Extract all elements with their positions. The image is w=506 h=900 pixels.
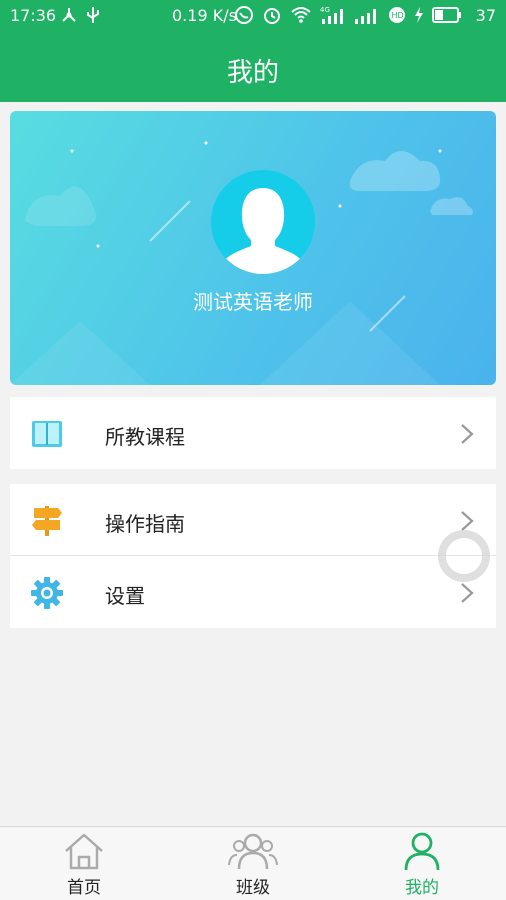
menu-item-settings[interactable]: 设置 — [10, 556, 496, 628]
book-icon — [30, 417, 64, 451]
wifi-icon — [290, 6, 312, 28]
signpost-icon — [30, 504, 64, 538]
tab-label: 我的 — [405, 878, 439, 898]
chevron-right-icon — [460, 423, 474, 445]
net-speed: 0.19 K/s — [172, 6, 237, 25]
menu-label: 设置 — [105, 584, 145, 608]
signal-4g-icon: 4G — [320, 5, 346, 29]
profile-name: 测试英语老师 — [193, 290, 313, 314]
battery-level: 37 — [475, 6, 496, 25]
signal-icon — [354, 5, 380, 29]
charging-icon — [414, 6, 424, 28]
hd-icon: HD — [388, 6, 406, 28]
tab-label: 首页 — [67, 878, 101, 898]
menu-item-courses[interactable]: 所教课程 — [10, 397, 496, 469]
female-avatar-icon[interactable] — [211, 170, 315, 274]
tab-mine[interactable]: 我的 — [362, 831, 482, 898]
settings-gear-icon — [30, 576, 64, 610]
menu-label: 所教课程 — [105, 425, 185, 449]
usb-icon — [86, 6, 100, 28]
floating-assistive-button[interactable] — [438, 530, 490, 582]
menu-item-guide[interactable]: 操作指南 — [10, 484, 496, 556]
tab-home[interactable]: 首页 — [24, 831, 144, 898]
class-group-icon — [193, 831, 313, 871]
tab-label: 班级 — [236, 878, 270, 898]
chevron-right-icon — [460, 582, 474, 604]
svg-text:HD: HD — [392, 11, 404, 20]
alarm-icon — [262, 5, 282, 29]
status-bar: 17:36 0.19 K/s 4G HD 37 — [0, 0, 506, 32]
home-icon — [24, 831, 144, 871]
bottom-tab-bar: 首页 班级 我的 — [0, 826, 506, 900]
tab-class[interactable]: 班级 — [193, 831, 313, 898]
chevron-right-icon — [460, 510, 474, 532]
status-time: 17:36 — [10, 6, 57, 25]
menu-group-courses: 所教课程 — [10, 397, 496, 469]
profile-card: 测试英语老师 — [10, 111, 496, 385]
svg-text:4G: 4G — [320, 6, 330, 14]
profile-icon — [362, 831, 482, 871]
battery-icon — [432, 7, 462, 27]
title-bar: 我的 — [0, 32, 506, 102]
page-title: 我的 — [226, 58, 279, 88]
share-icon — [60, 6, 78, 28]
call-icon — [234, 5, 254, 29]
menu-group-misc: 操作指南 设置 — [10, 484, 496, 628]
menu-label: 操作指南 — [105, 512, 185, 536]
